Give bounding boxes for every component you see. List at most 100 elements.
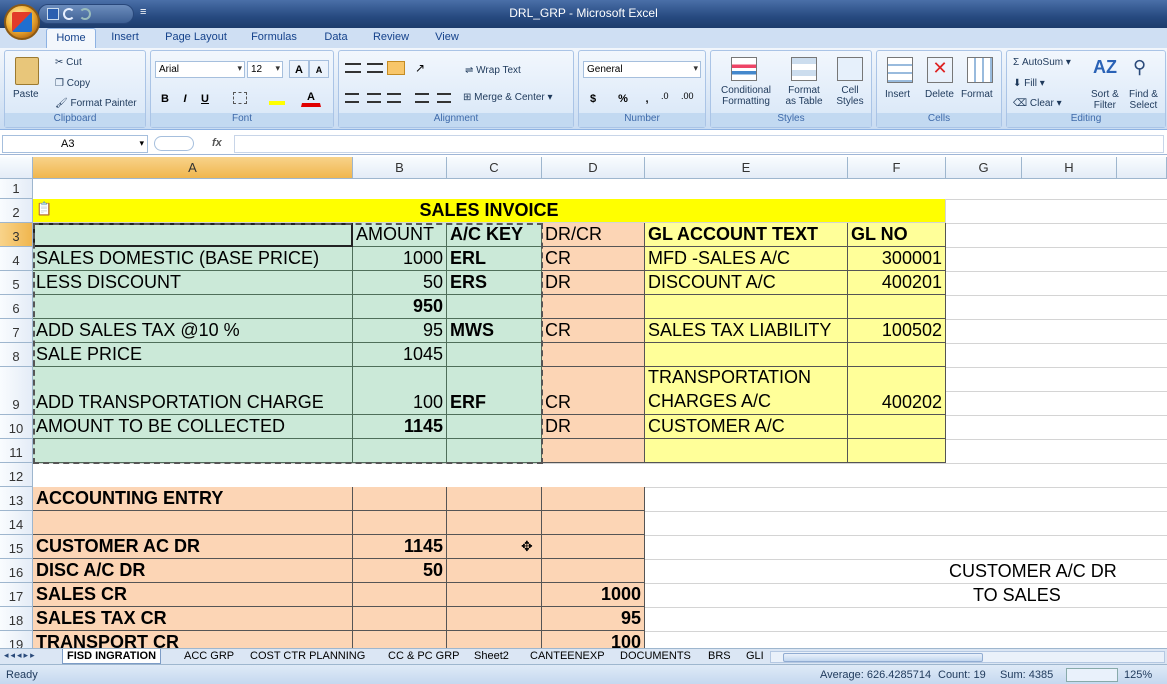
cell-f7[interactable]: 100502 xyxy=(848,319,946,343)
fill-button[interactable]: ⬇ Fill ▾ xyxy=(1013,78,1045,89)
tab-formulas[interactable]: Formulas xyxy=(246,28,302,48)
cell-c9[interactable]: ERF xyxy=(447,367,542,415)
cell-f10[interactable] xyxy=(848,415,946,439)
row-header[interactable]: 12 xyxy=(0,463,33,487)
row-header[interactable]: 7 xyxy=(0,319,33,343)
cell-a6[interactable] xyxy=(33,295,353,319)
find-select-button[interactable]: Find & Select xyxy=(1129,89,1158,111)
cell-b16[interactable]: 50 xyxy=(353,559,447,583)
cell-e3[interactable]: GL ACCOUNT TEXT xyxy=(645,223,848,247)
name-box[interactable]: A3 xyxy=(2,135,148,153)
cell-c3[interactable]: A/C KEY xyxy=(447,223,542,247)
merge-center-button[interactable]: ⊞ Merge & Center ▾ xyxy=(463,92,553,103)
cell-a8[interactable]: SALE PRICE xyxy=(33,343,353,367)
cell-d3[interactable]: DR/CR xyxy=(542,223,645,247)
cell-a19[interactable]: TRANSPORT CR xyxy=(33,631,353,648)
formula-input[interactable] xyxy=(234,135,1164,153)
cell-g16[interactable]: CUSTOMER A/C DR xyxy=(946,559,1146,583)
cell-e11[interactable] xyxy=(645,439,848,463)
cell-a18[interactable]: SALES TAX CR xyxy=(33,607,353,631)
cell-b18[interactable] xyxy=(353,607,447,631)
cell-e8[interactable] xyxy=(645,343,848,367)
align-top-icon[interactable] xyxy=(345,63,361,73)
cell-a15[interactable]: CUSTOMER AC DR xyxy=(33,535,353,559)
zoom-level[interactable]: 125% xyxy=(1124,669,1152,681)
cell-d8[interactable] xyxy=(542,343,645,367)
row-header[interactable]: 3 xyxy=(0,223,33,247)
cell-styles-icon[interactable] xyxy=(837,57,863,81)
sheet-tab[interactable]: CANTEENEXP xyxy=(526,649,609,664)
tab-home[interactable]: Home xyxy=(46,28,96,48)
cell-b13[interactable] xyxy=(353,487,447,511)
delete-cells-icon[interactable]: ✕ xyxy=(927,57,953,83)
invoice-title[interactable]: SALES INVOICE xyxy=(33,199,946,223)
underline-button[interactable]: U xyxy=(195,89,215,107)
row-header[interactable]: 18 xyxy=(0,607,33,631)
cell-b7[interactable]: 95 xyxy=(353,319,447,343)
column-header-e[interactable]: E xyxy=(645,157,848,179)
decrease-decimal-icon[interactable]: .00 xyxy=(681,91,694,101)
fx-icon[interactable]: fx xyxy=(212,137,222,149)
cell-a10[interactable]: AMOUNT TO BE COLLECTED xyxy=(33,415,353,439)
sheet-tab[interactable]: CC & PC GRP xyxy=(384,649,464,664)
column-header-h[interactable]: H xyxy=(1022,157,1117,179)
tab-view[interactable]: View xyxy=(428,28,466,48)
row-header[interactable]: 11 xyxy=(0,439,33,463)
cell-a3[interactable] xyxy=(33,223,353,247)
cell-c13[interactable] xyxy=(447,487,542,511)
paste-icon[interactable] xyxy=(15,57,39,85)
cell-d19[interactable]: 100 xyxy=(542,631,645,648)
currency-button[interactable]: $ xyxy=(583,89,603,107)
cell-e9[interactable]: TRANSPORTATION CHARGES A/C xyxy=(645,367,848,415)
cell-c5[interactable]: ERS xyxy=(447,271,542,295)
cell-b14[interactable] xyxy=(353,511,447,535)
clear-button[interactable]: ⌫ Clear ▾ xyxy=(1013,98,1062,109)
align-middle-icon[interactable] xyxy=(367,63,383,73)
font-name-select[interactable]: Arial xyxy=(155,61,245,78)
cell-d14[interactable] xyxy=(542,511,645,535)
paste-options-icon[interactable]: 📋 xyxy=(36,201,52,217)
column-header-f[interactable]: F xyxy=(848,157,946,179)
cell-d13[interactable] xyxy=(542,487,645,511)
row-header[interactable]: 4 xyxy=(0,247,33,271)
format-button[interactable]: Format xyxy=(961,89,993,100)
cell-b3[interactable]: AMOUNT xyxy=(353,223,447,247)
cell-c14[interactable] xyxy=(447,511,542,535)
row-header[interactable]: 14 xyxy=(0,511,33,535)
orientation-icon[interactable]: ↗ xyxy=(415,61,435,75)
sheet-tab[interactable]: FISD INGRATION xyxy=(62,649,162,664)
bold-button[interactable]: B xyxy=(155,89,175,107)
cell-a13[interactable]: ACCOUNTING ENTRY xyxy=(33,487,353,511)
cell-a16[interactable]: DISC A/C DR xyxy=(33,559,353,583)
grow-font-button[interactable]: A xyxy=(289,60,309,78)
cell-c19[interactable] xyxy=(447,631,542,648)
insert-button[interactable]: Insert xyxy=(885,89,910,100)
row-header[interactable]: 13 xyxy=(0,487,33,511)
row-header[interactable]: 16 xyxy=(0,559,33,583)
tab-review[interactable]: Review xyxy=(368,28,414,48)
horizontal-scrollbar[interactable] xyxy=(770,651,1165,663)
cell-b8[interactable]: 1045 xyxy=(353,343,447,367)
cell-f6[interactable] xyxy=(848,295,946,319)
cell-b5[interactable]: 50 xyxy=(353,271,447,295)
copy-button[interactable]: ❐ Copy xyxy=(55,78,90,89)
cell-c8[interactable] xyxy=(447,343,542,367)
format-as-table-icon[interactable] xyxy=(791,57,817,81)
cell-e7[interactable]: SALES TAX LIABILITY xyxy=(645,319,848,343)
font-size-select[interactable]: 12 xyxy=(247,61,283,78)
cell-c11[interactable] xyxy=(447,439,542,463)
sheet-tab[interactable]: DOCUMENTS xyxy=(616,649,695,664)
column-header-b[interactable]: B xyxy=(353,157,447,179)
cell-b11[interactable] xyxy=(353,439,447,463)
cell-f3[interactable]: GL NO xyxy=(848,223,946,247)
format-painter-button[interactable]: 🖌 Format Painter xyxy=(55,98,137,109)
sheet-tab[interactable]: Sheet2 xyxy=(470,649,513,664)
row-header[interactable]: 5 xyxy=(0,271,33,295)
tab-data[interactable]: Data xyxy=(318,28,354,48)
cell-f11[interactable] xyxy=(848,439,946,463)
percent-button[interactable]: % xyxy=(613,89,633,107)
row-header[interactable]: 15 xyxy=(0,535,33,559)
cell-b15[interactable]: 1145 xyxy=(353,535,447,559)
cell-b9[interactable]: 100 xyxy=(353,367,447,415)
cell-d18[interactable]: 95 xyxy=(542,607,645,631)
